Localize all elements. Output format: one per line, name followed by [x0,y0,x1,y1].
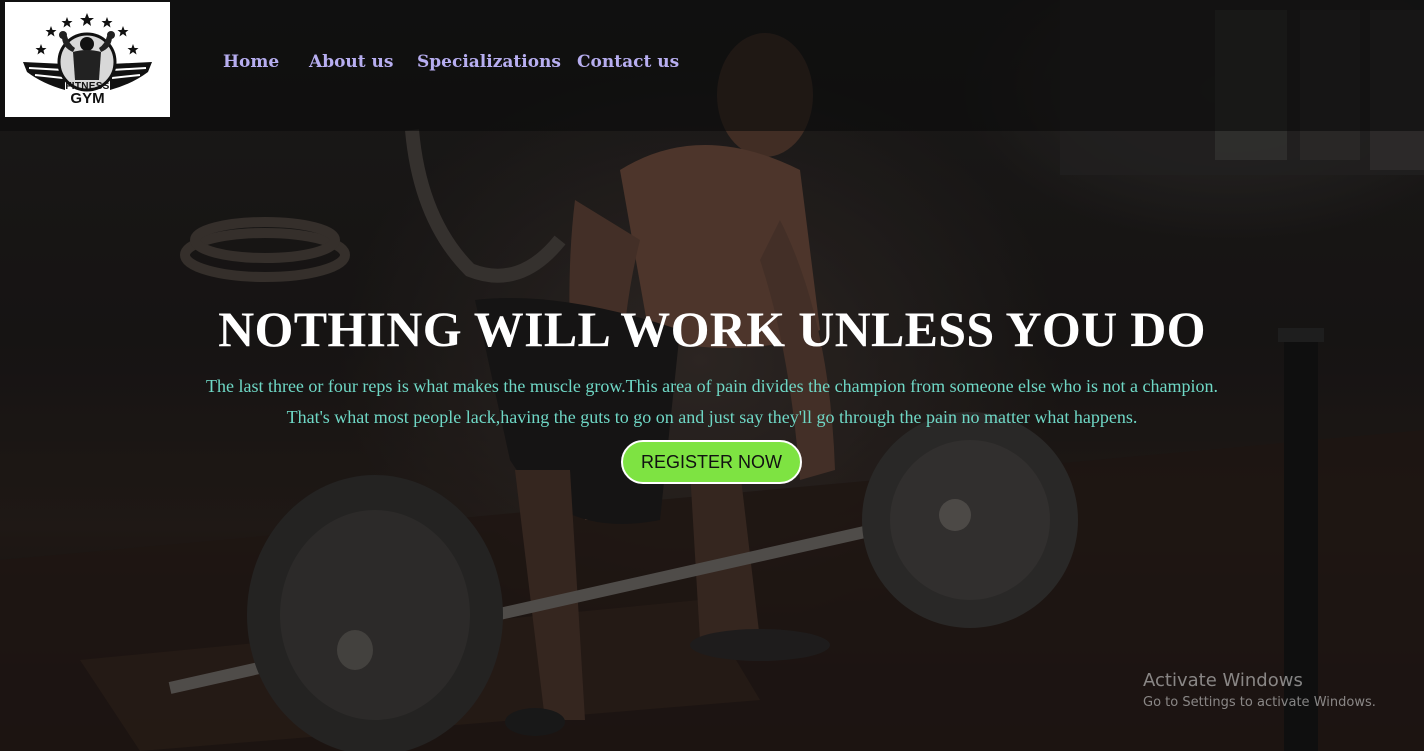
hero-text-line-1: The last three or four reps is what make… [205,376,1219,396]
hero-headline: NOTHING WILL WORK UNLESS YOU DO [218,301,1206,357]
hero-text-line-2: That's what most people lack,having the … [286,407,1138,427]
activate-windows-title: Activate Windows [1143,670,1303,691]
nav-specializations[interactable]: Specializations [417,52,561,72]
nav-about-us[interactable]: About us [309,52,393,72]
brand-logo[interactable]: FITNESS GYM [5,2,170,117]
site-header: FITNESS GYM Home About us Specialization… [0,0,1424,131]
nav-home[interactable]: Home [223,52,279,72]
register-now-button[interactable]: REGISTER NOW [621,440,802,484]
activate-windows-subtitle: Go to Settings to activate Windows. [1143,695,1376,710]
activate-windows-watermark: Activate Windows Go to Settings to activ… [1143,670,1376,710]
logo-text-gym: GYM [70,90,105,107]
nav-contact-us[interactable]: Contact us [577,52,679,72]
